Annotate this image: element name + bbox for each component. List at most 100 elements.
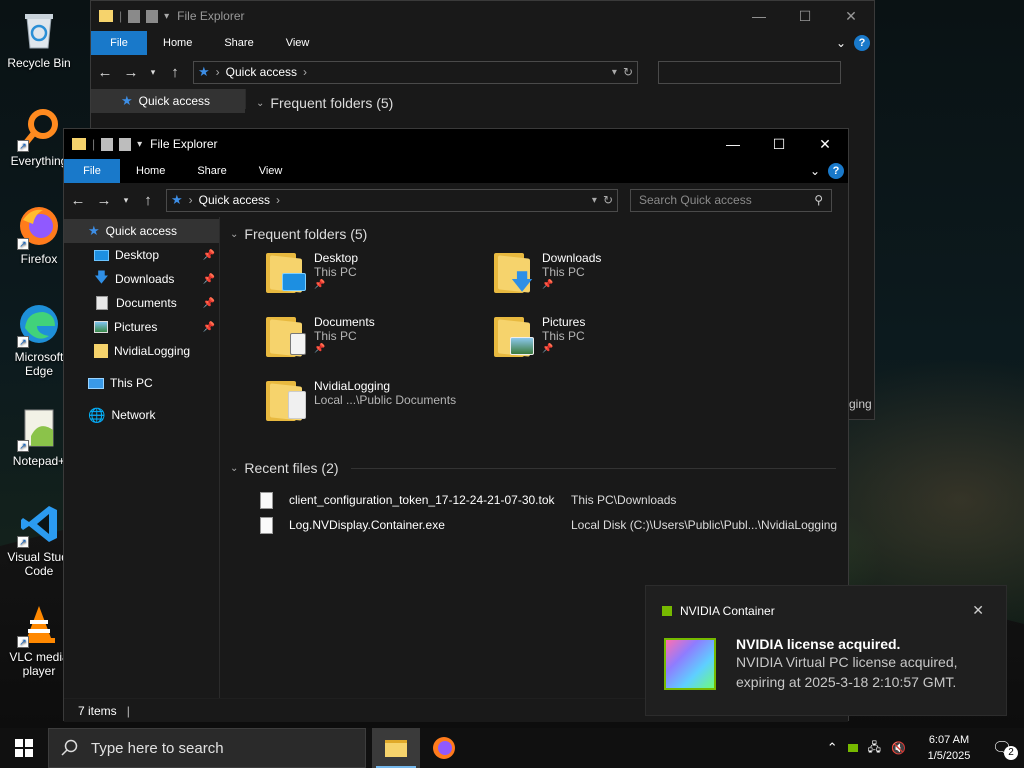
notification-toast[interactable]: NVIDIA Container ✕ NVIDIA license acquir…: [645, 585, 1007, 716]
taskbar-firefox[interactable]: [420, 728, 468, 768]
tab-share[interactable]: Share: [181, 159, 242, 183]
up-arrow-icon[interactable]: ↑: [140, 192, 156, 209]
close-icon[interactable]: ✕: [828, 1, 874, 31]
tab-home[interactable]: Home: [120, 159, 181, 183]
new-folder-icon[interactable]: [119, 137, 132, 151]
folder-icon: [266, 315, 306, 357]
close-icon[interactable]: ✕: [972, 602, 984, 619]
windows-logo-icon: [15, 739, 33, 757]
customize-toolbar-icon[interactable]: ▾: [164, 11, 169, 22]
action-center-button[interactable]: 🗨 2: [992, 738, 1018, 760]
address-bar[interactable]: ★ › Quick access › ▾ ↻: [166, 188, 618, 212]
clock[interactable]: 6:07 AM 1/5/2025: [916, 732, 982, 764]
network-icon[interactable]: 🖧: [868, 738, 881, 759]
title-bar[interactable]: | ▾ File Explorer — ☐ ✕: [64, 129, 848, 159]
nav-item-desktop[interactable]: Desktop 📌: [64, 243, 219, 267]
search-icon: [61, 739, 78, 756]
folder-item-documents[interactable]: Documents This PC 📌: [266, 315, 375, 357]
taskbar-search-box[interactable]: Type here to search: [48, 728, 366, 768]
ribbon-tabs: File Home Share View ⌄ ?: [64, 159, 848, 183]
show-hidden-icons-icon[interactable]: ⌃: [827, 740, 838, 756]
recent-file-row[interactable]: client_configuration_token_17-12-24-21-0…: [260, 489, 848, 511]
maximize-icon[interactable]: ☐: [756, 129, 802, 159]
quick-access-star-icon: ★: [198, 64, 210, 79]
properties-icon[interactable]: [128, 9, 141, 23]
close-icon[interactable]: ✕: [802, 129, 848, 159]
title-bar[interactable]: | ▾ File Explorer — ☐ ✕: [91, 1, 874, 31]
tab-file[interactable]: File: [91, 31, 147, 55]
address-bar[interactable]: ★ › Quick access › ▾ ↻: [193, 60, 638, 84]
folder-icon: [266, 251, 306, 293]
search-box[interactable]: [658, 60, 841, 84]
tab-share[interactable]: Share: [208, 31, 269, 55]
tab-view[interactable]: View: [243, 159, 299, 183]
recent-files-header[interactable]: ⌄ Recent files (2): [220, 455, 848, 481]
taskbar-file-explorer[interactable]: [372, 728, 420, 768]
back-arrow-icon[interactable]: ←: [97, 64, 113, 81]
folder-icon: [494, 315, 534, 357]
start-button[interactable]: [0, 728, 48, 768]
tab-file[interactable]: File: [64, 159, 120, 183]
folder-icon: [72, 138, 86, 150]
new-folder-icon[interactable]: [146, 9, 159, 23]
nav-item-network[interactable]: 🌐 Network: [64, 403, 219, 427]
maximize-icon[interactable]: ☐: [782, 1, 828, 31]
volume-muted-icon[interactable]: 🔇: [891, 741, 906, 755]
shortcut-arrow-icon: ↗: [17, 140, 29, 152]
breadcrumb-chevron-icon[interactable]: ›: [276, 193, 280, 207]
pin-icon: 📌: [202, 249, 215, 261]
customize-toolbar-icon[interactable]: ▾: [137, 139, 142, 150]
address-dropdown-icon[interactable]: ▾: [592, 195, 597, 206]
breadcrumb-chevron-icon[interactable]: ›: [303, 65, 307, 79]
window-title: File Explorer: [150, 137, 218, 151]
folder-item-downloads[interactable]: 🡇 Downloads This PC 📌: [494, 251, 601, 293]
folder-item-pictures[interactable]: Pictures This PC 📌: [494, 315, 585, 357]
recent-file-row[interactable]: Log.NVDisplay.Container.exe Local Disk (…: [260, 514, 848, 536]
nav-item-downloads[interactable]: 🡇 Downloads 📌: [64, 267, 219, 291]
pin-icon: 📌: [542, 343, 554, 353]
folder-item-desktop[interactable]: Desktop This PC 📌: [266, 251, 358, 293]
vscode-icon: ↗: [17, 502, 61, 548]
nav-item-documents[interactable]: Documents 📌: [64, 291, 219, 315]
recent-locations-icon[interactable]: ▾: [122, 195, 130, 206]
address-dropdown-icon[interactable]: ▾: [612, 67, 617, 78]
minimize-icon[interactable]: —: [736, 1, 782, 31]
section-header[interactable]: ⌄ Frequent folders (5): [246, 89, 874, 117]
shortcut-arrow-icon: ↗: [17, 238, 29, 250]
recent-locations-icon[interactable]: ▾: [149, 67, 157, 78]
firefox-icon: [433, 737, 455, 759]
recent-files-list: client_configuration_token_17-12-24-21-0…: [220, 481, 848, 541]
file-explorer-icon: [385, 739, 407, 757]
up-arrow-icon[interactable]: ↑: [167, 64, 183, 81]
properties-icon[interactable]: [101, 137, 114, 151]
notification-title: NVIDIA license acquired.: [736, 636, 901, 652]
help-icon[interactable]: ?: [828, 163, 844, 179]
refresh-icon[interactable]: ↻: [603, 193, 613, 207]
nav-item-quick-access[interactable]: ★ Quick access: [64, 219, 219, 243]
frequent-folders-header[interactable]: ⌄ Frequent folders (5): [220, 221, 848, 247]
pin-icon: 📌: [314, 343, 326, 353]
nvidia-tray-icon[interactable]: [847, 744, 858, 752]
firefox-icon: ↗: [17, 204, 61, 250]
tab-view[interactable]: View: [270, 31, 326, 55]
desktop-icon-recycle-bin[interactable]: Recycle Bin: [0, 8, 78, 70]
everything-icon: ↗: [17, 106, 61, 152]
help-icon[interactable]: ?: [854, 35, 870, 51]
back-arrow-icon[interactable]: ←: [70, 192, 86, 209]
expand-ribbon-icon[interactable]: ⌄: [810, 164, 820, 178]
minimize-icon[interactable]: —: [710, 129, 756, 159]
forward-arrow-icon[interactable]: →: [96, 192, 112, 209]
nav-item-this-pc[interactable]: This PC: [64, 371, 219, 395]
nav-item-quick-access[interactable]: ★ Quick access: [91, 89, 245, 113]
search-input[interactable]: Search Quick access ⚲: [630, 188, 832, 212]
desktop-icon-label: Recycle Bin: [7, 56, 71, 70]
nav-item-nvidialogging[interactable]: NvidiaLogging: [64, 339, 219, 363]
expand-ribbon-icon[interactable]: ⌄: [836, 36, 846, 50]
nav-item-pictures[interactable]: Pictures 📌: [64, 315, 219, 339]
refresh-icon[interactable]: ↻: [623, 65, 633, 79]
tab-home[interactable]: Home: [147, 31, 208, 55]
folder-item-nvidialogging[interactable]: NvidiaLogging Local ...\Public Documents: [266, 379, 456, 421]
forward-arrow-icon[interactable]: →: [123, 64, 139, 81]
window-title: File Explorer: [177, 9, 245, 23]
window-controls: — ☐ ✕: [736, 1, 874, 31]
